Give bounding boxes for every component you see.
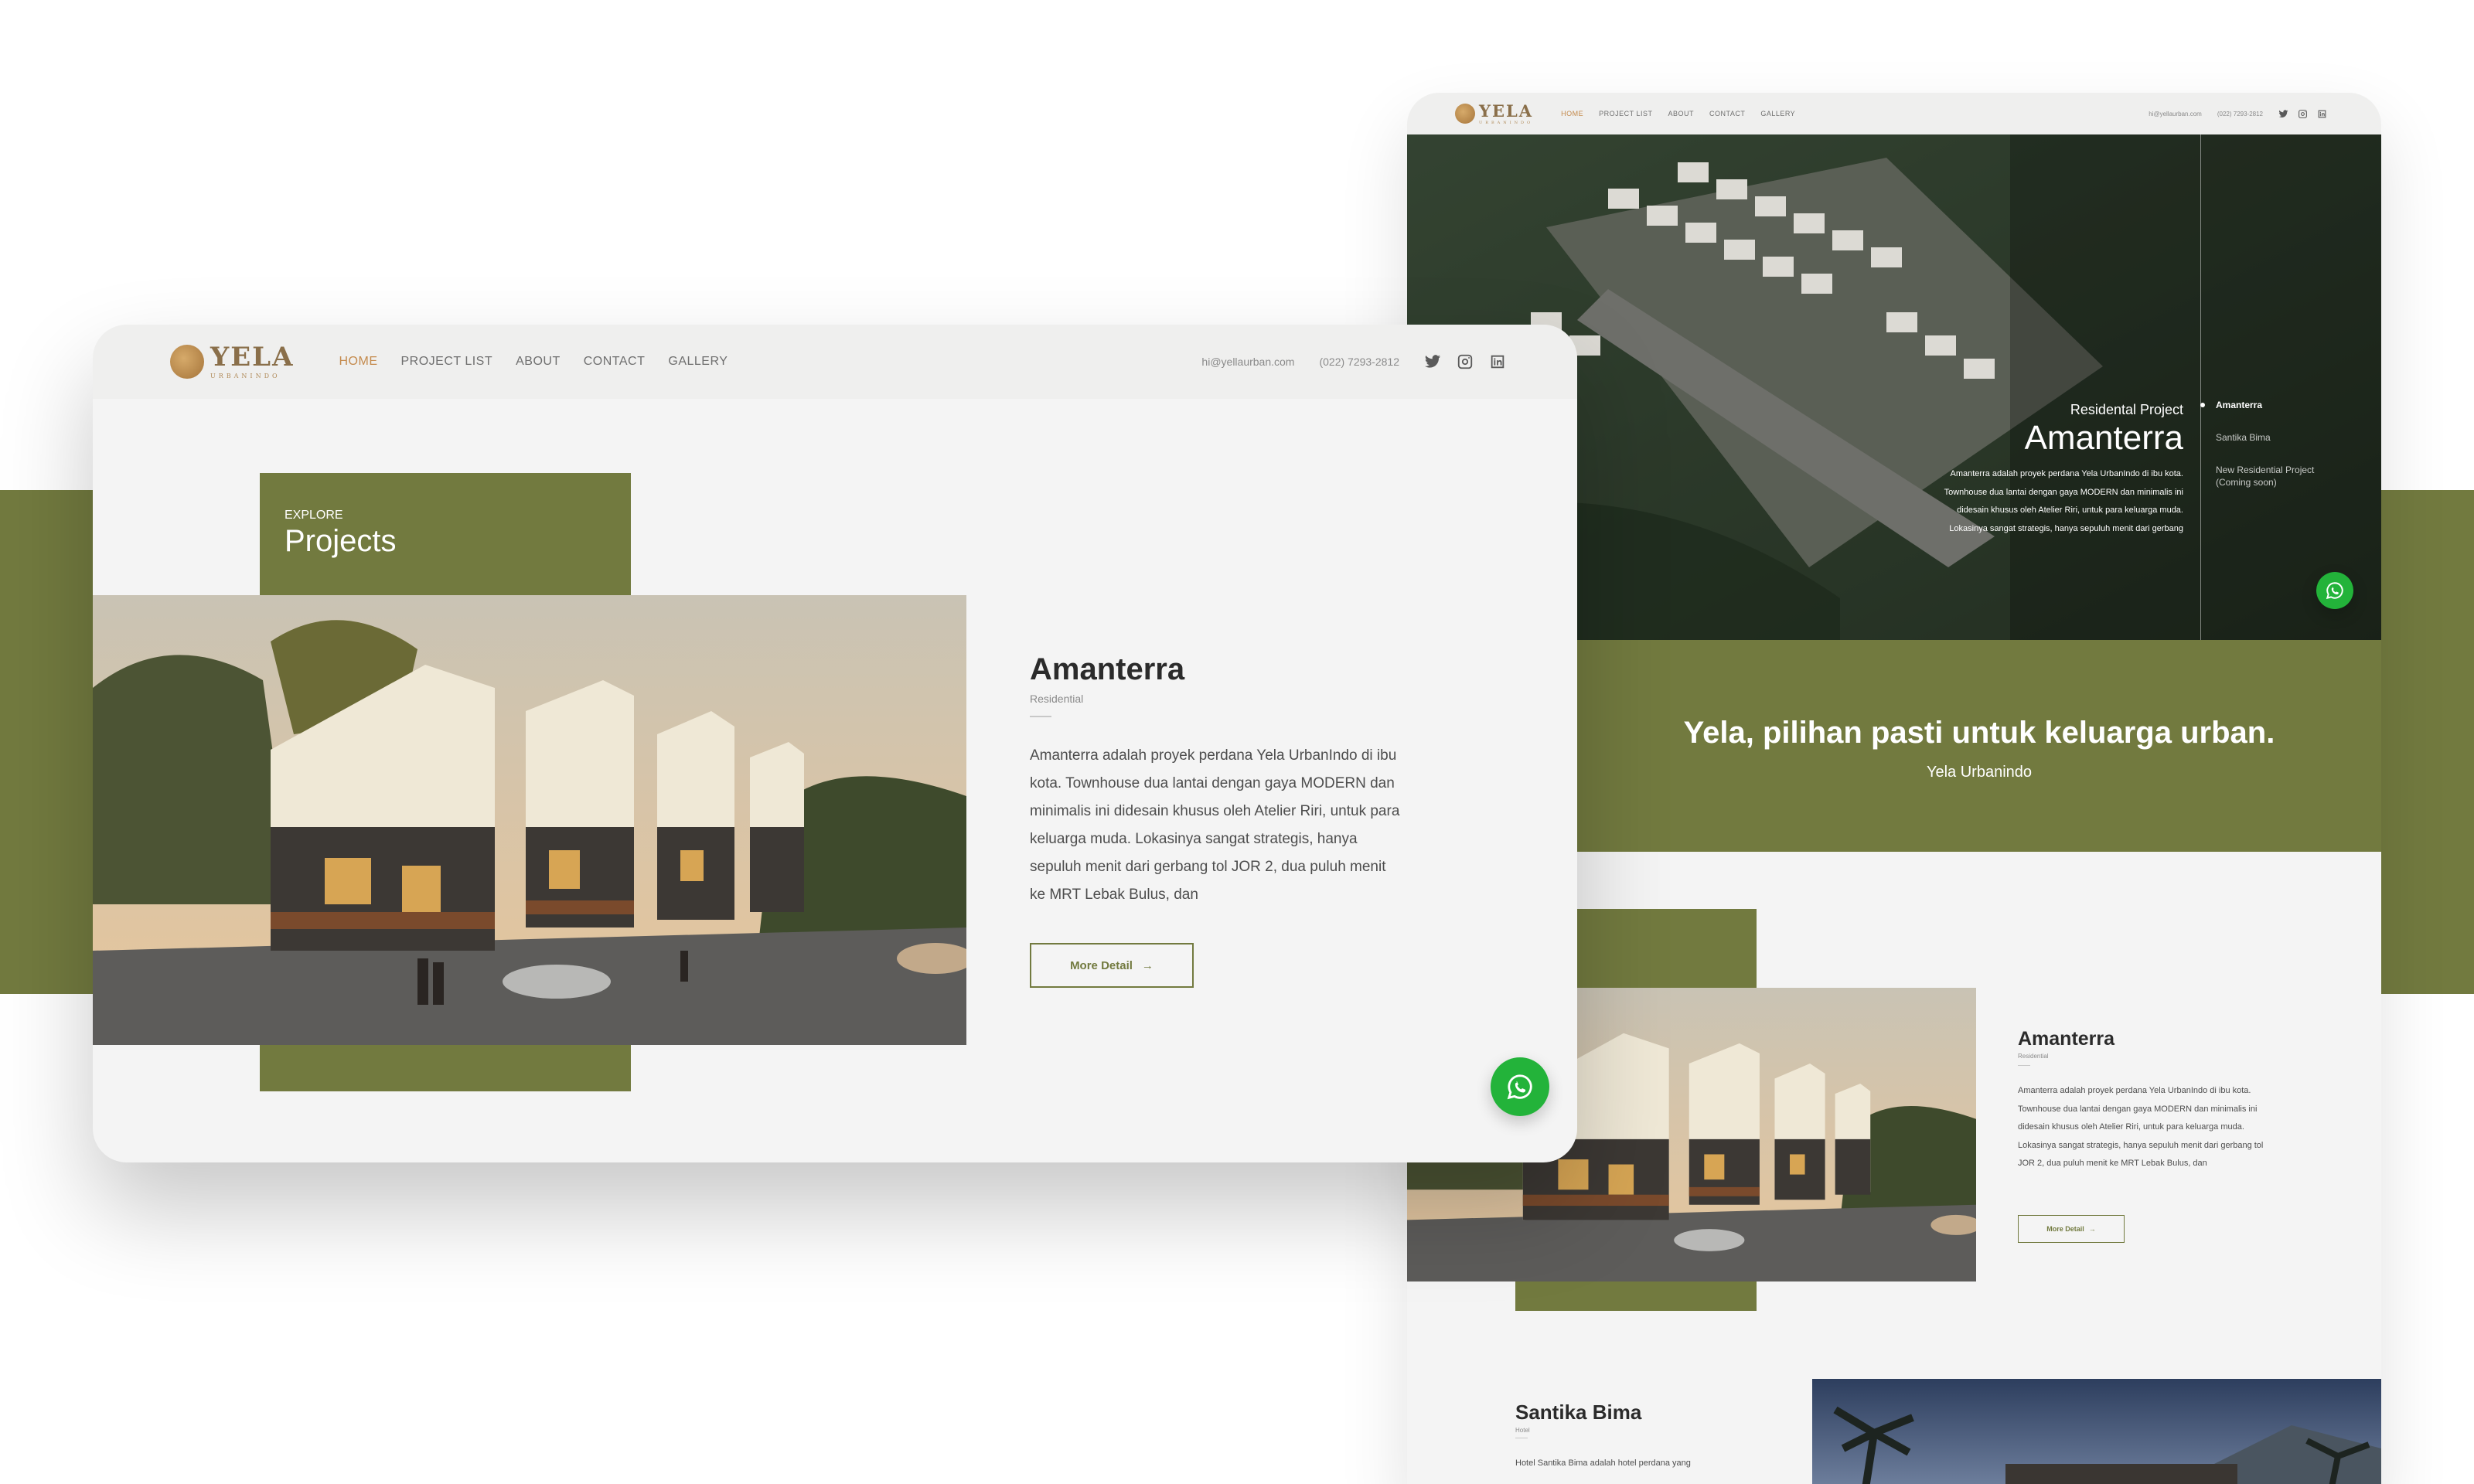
project-description: Amanterra adalah proyek perdana Yela Urb… (1030, 747, 1400, 903)
brand-name: YELA (210, 342, 295, 373)
top-navbar: YELA URBANINDO HOME PROJECT LIST ABOUT C… (93, 325, 1577, 399)
hero-title: Amanterra (2024, 419, 2183, 457)
project-type: Residential (2018, 1053, 2049, 1060)
projects-section-preview: YELA URBANINDO HOME PROJECT LIST ABOUT C… (93, 325, 1577, 1162)
amanterra-image (93, 595, 966, 1045)
projects-title: Projects (285, 524, 397, 558)
whatsapp-button[interactable] (1491, 1057, 1549, 1116)
project-divider (1030, 716, 1051, 717)
hero-description: Amanterra adalah proyek perdana Yela Urb… (1944, 469, 2183, 533)
arrow-right-icon: → (2088, 1225, 2096, 1233)
twitter-icon[interactable] (1424, 353, 1441, 370)
santika-bima-image (1812, 1379, 2381, 1484)
project-divider (2018, 1065, 2030, 1066)
brand-logo[interactable]: YELA URBANINDO (170, 344, 294, 380)
hero-list-item-new-project[interactable]: New Residential Project (Coming soon) (2216, 464, 2332, 488)
nav-contact[interactable]: CONTACT (584, 355, 646, 369)
phone-link[interactable]: (022) 7293-2812 (1319, 356, 1399, 368)
whatsapp-button[interactable] (2316, 572, 2353, 609)
nav-about[interactable]: ABOUT (516, 355, 561, 369)
nav-project-list[interactable]: PROJECT LIST (400, 355, 492, 369)
project-title: Amanterra (2018, 1028, 2115, 1050)
explore-label: EXPLORE (285, 509, 343, 522)
logo-leaf-icon (170, 345, 204, 379)
nav-home[interactable]: HOME (339, 355, 377, 369)
project-title: Amanterra (1030, 652, 1185, 686)
whatsapp-icon (2326, 582, 2343, 600)
nav-gallery[interactable]: GALLERY (668, 355, 728, 369)
hero-project-list: Amanterra Santika Bima New Residential P… (2200, 399, 2332, 509)
linkedin-icon[interactable] (1489, 353, 1506, 370)
hero-list-item-santika-bima[interactable]: Santika Bima (2216, 431, 2332, 444)
second-project-title: Santika Bima (1515, 1401, 1642, 1424)
project-description: Amanterra adalah proyek perdana Yela Urb… (2018, 1086, 2264, 1168)
arrow-right-icon: → (1141, 958, 1154, 972)
more-detail-label: More Detail (1070, 958, 1133, 972)
more-detail-label: More Detail (2046, 1225, 2084, 1233)
instagram-icon[interactable] (1457, 353, 1474, 370)
more-detail-button[interactable]: More Detail → (1030, 943, 1194, 988)
more-detail-button[interactable]: More Detail → (2018, 1215, 2125, 1243)
brand-sub: URBANINDO (210, 373, 281, 380)
hero-kicker: Residental Project (2070, 402, 2183, 417)
second-project-description: Hotel Santika Bima adalah hotel perdana … (1515, 1458, 1691, 1468)
whatsapp-icon (1507, 1074, 1532, 1100)
project-type: Residential (1030, 693, 1084, 705)
hero-list-item-amanterra[interactable]: Amanterra (2200, 399, 2332, 411)
email-link[interactable]: hi@yellaurban.com (1201, 356, 1294, 368)
second-project-type: Hotel (1515, 1427, 1530, 1434)
